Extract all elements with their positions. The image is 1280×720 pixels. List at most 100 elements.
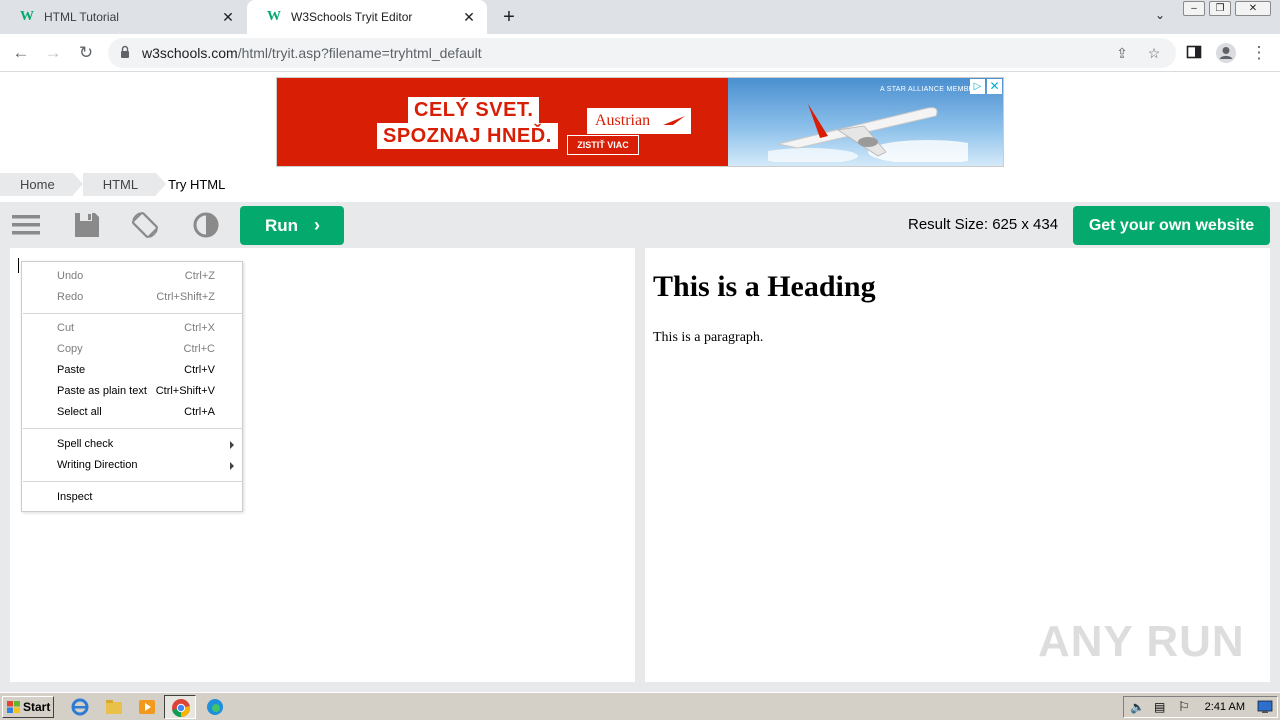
tab-html-tutorial[interactable]: W HTML Tutorial ✕ (0, 0, 246, 34)
submenu-arrow-icon (230, 441, 234, 449)
context-menu: Undo Ctrl+Z Redo Ctrl+Shift+Z Cut Ctrl+X Co… (21, 261, 243, 512)
editor-toolbar: Run › Result Size: 625 x 434 Get your own… (0, 202, 1280, 248)
ad-alliance-text: A STAR ALLIANCE MEMBER (879, 86, 979, 93)
reload-icon[interactable]: ↻ (73, 40, 99, 66)
share-icon[interactable]: ⇪ (1112, 43, 1132, 63)
close-tab-icon[interactable]: ✕ (461, 9, 477, 25)
start-label: Start (23, 700, 51, 714)
new-tab-button[interactable]: + (498, 6, 520, 28)
media-player-icon[interactable] (137, 697, 157, 717)
ad-red-panel: CELÝ SVET. SPOZNAJ HNEĎ. Austrian ZISTIŤ… (277, 78, 728, 166)
menu-item-writing-direction[interactable]: Writing Direction (22, 455, 242, 476)
menu-item-label: Redo (57, 291, 84, 303)
browser-tab-strip: W HTML Tutorial ✕ W W3Schools Tryit Edit… (0, 0, 1280, 34)
result-heading: This is a Heading (653, 270, 876, 303)
menu-item-inspect[interactable]: Inspect (22, 487, 242, 508)
run-button[interactable]: Run › (240, 206, 344, 245)
anyrun-watermark: ANY RUN (1038, 617, 1245, 666)
menu-item-label: Cut (57, 322, 75, 334)
chrome-taskbar-button-active[interactable] (164, 695, 196, 719)
menu-separator (23, 481, 242, 482)
back-arrow-icon[interactable]: ← (8, 40, 34, 66)
advertisement-banner[interactable]: CELÝ SVET. SPOZNAJ HNEĎ. Austrian ZISTIŤ… (276, 77, 1004, 167)
menu-item-label: Spell check (57, 438, 114, 450)
ad-headline-2: SPOZNAJ HNEĎ. (377, 123, 558, 149)
tab-search-chevron-icon[interactable]: ⌄ (1150, 8, 1170, 26)
tab-tryit-editor[interactable]: W W3Schools Tryit Editor ✕ (247, 0, 487, 34)
ad-headline-1: CELÝ SVET. (408, 97, 540, 123)
taskbar-clock: 2:41 AM (1204, 701, 1245, 713)
text-caret (18, 258, 19, 273)
volume-icon[interactable]: 🔈 (1130, 700, 1145, 714)
airplane-image (768, 104, 968, 162)
breadcrumb: Home HTML Try HTML (0, 173, 245, 196)
network-icon[interactable]: ▤ (1154, 700, 1165, 714)
menu-item-paste-plain-text[interactable]: Paste as plain text Ctrl+Shift+V (22, 381, 242, 402)
breadcrumb-home[interactable]: Home (0, 173, 83, 196)
result-paragraph: This is a paragraph. (653, 330, 764, 345)
menu-item-shortcut: Ctrl+X (184, 322, 215, 334)
side-panel-icon[interactable] (1186, 44, 1202, 60)
w3schools-icon: W (267, 9, 281, 24)
breadcrumb-html[interactable]: HTML (82, 173, 167, 196)
menu-item-shortcut: Ctrl+Shift+V (155, 385, 215, 397)
menu-item-redo[interactable]: Redo Ctrl+Shift+Z (22, 287, 242, 308)
menu-item-label: Undo (57, 270, 84, 282)
submenu-arrow-icon (230, 462, 234, 470)
rotate-orientation-icon[interactable] (130, 210, 160, 240)
dark-mode-contrast-icon[interactable] (191, 210, 221, 240)
tab-title: W3Schools Tryit Editor (291, 10, 413, 24)
menu-item-label: Select all (57, 406, 102, 418)
internet-explorer-icon[interactable] (70, 697, 90, 717)
minimize-window-button[interactable]: – (1183, 1, 1205, 16)
menu-item-spell-check[interactable]: Spell check (22, 434, 242, 455)
chrome-icon (172, 699, 191, 718)
menu-item-label: Copy (57, 343, 83, 355)
browser-toolbar: ← → ↻ w3schools.com/html/tryit.asp?filen… (0, 34, 1280, 72)
breadcrumb-html-label: HTML (102, 177, 139, 192)
address-bar[interactable]: w3schools.com/html/tryit.asp?filename=tr… (108, 38, 1176, 68)
edge-icon[interactable] (205, 697, 225, 717)
ad-brand-text: Austrian (595, 112, 651, 129)
menu-item-label: Inspect (57, 491, 93, 503)
tab-title: HTML Tutorial (44, 10, 119, 24)
more-options-icon[interactable]: ⋮ (1246, 40, 1272, 66)
menu-item-copy[interactable]: Copy Ctrl+C (22, 339, 242, 360)
menu-item-shortcut: Ctrl+Shift+Z (156, 291, 215, 303)
ad-brand-logo: Austrian (587, 108, 691, 134)
start-button[interactable]: Start (2, 696, 54, 718)
get-your-own-website-button[interactable]: Get your own website (1073, 206, 1270, 245)
ad-close-icon[interactable]: ✕ (987, 79, 1002, 94)
menu-item-label: Paste as plain text (57, 385, 147, 397)
run-button-label: Run (265, 216, 299, 235)
show-desktop-icon[interactable] (1257, 700, 1273, 714)
menu-item-undo[interactable]: Undo Ctrl+Z (22, 266, 242, 287)
menu-item-paste[interactable]: Paste Ctrl+V (22, 360, 242, 381)
lock-icon (121, 45, 129, 58)
chevron-right-icon: › (314, 215, 320, 235)
file-explorer-icon[interactable] (104, 697, 124, 717)
ad-cta-button[interactable]: ZISTIŤ VIAC (567, 135, 639, 155)
bookmark-star-icon[interactable]: ☆ (1144, 43, 1164, 63)
close-tab-icon[interactable]: ✕ (220, 9, 236, 25)
menu-item-label: Writing Direction (57, 459, 138, 471)
save-icon[interactable] (72, 210, 102, 240)
restore-window-button[interactable]: ❐ (1209, 1, 1231, 16)
menu-item-cut[interactable]: Cut Ctrl+X (22, 318, 242, 339)
url-path: /html/tryit.asp?filename=tryhtml_default (237, 45, 482, 61)
close-window-button[interactable]: ✕ (1235, 1, 1271, 16)
forward-arrow-icon[interactable]: → (40, 40, 66, 66)
windows-taskbar: Start 🔈 ▤ ⚐ 2:41 AM (0, 692, 1280, 720)
url-text: w3schools.com/html/tryit.asp?filename=tr… (142, 38, 482, 68)
ad-sky-image: A STAR ALLIANCE MEMBER (728, 78, 1003, 166)
menu-item-shortcut: Ctrl+Z (184, 270, 215, 282)
action-center-flag-icon[interactable]: ⚐ (1178, 699, 1190, 715)
profile-avatar-icon[interactable] (1215, 42, 1237, 64)
menu-hamburger-icon[interactable] (11, 210, 41, 240)
system-tray: 🔈 ▤ ⚐ 2:41 AM (1123, 696, 1278, 718)
menu-separator (23, 313, 242, 314)
menu-item-select-all[interactable]: Select all Ctrl+A (22, 402, 242, 423)
adchoices-icon[interactable]: ▷ (970, 79, 985, 94)
menu-separator (23, 428, 242, 429)
austrian-arrow-icon (663, 116, 685, 125)
